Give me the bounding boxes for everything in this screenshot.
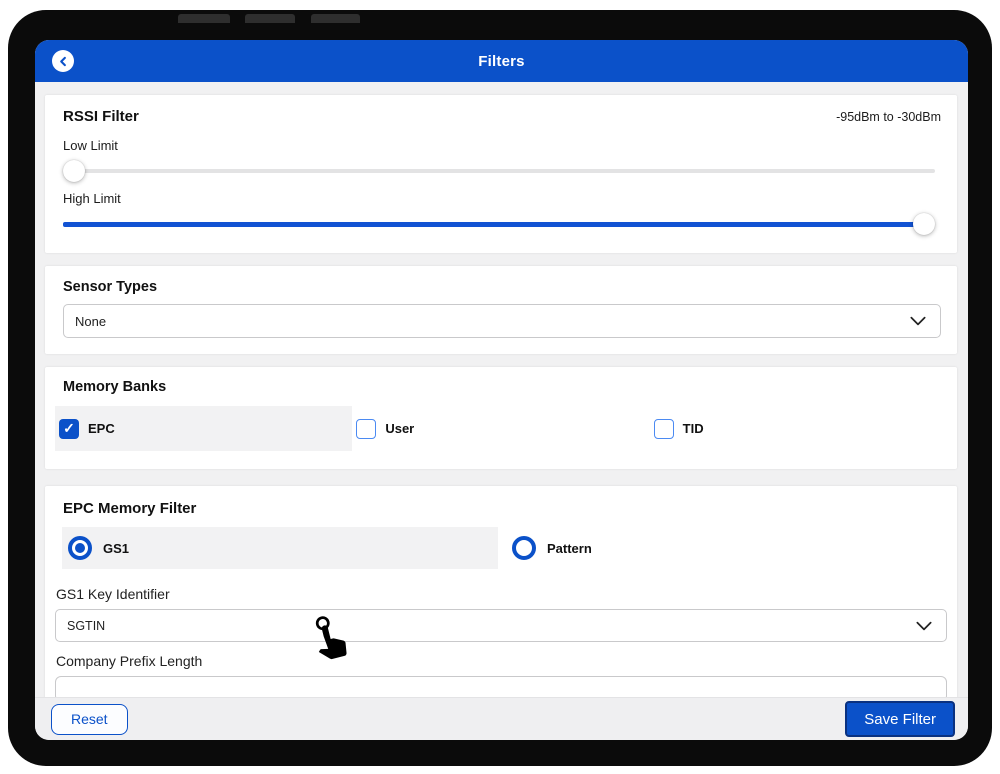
checkbox-unchecked-icon[interactable] xyxy=(356,419,376,439)
checkbox-unchecked-icon[interactable] xyxy=(654,419,674,439)
rssi-filter-title: RSSI Filter xyxy=(63,108,139,125)
page: Filters RSSI Filter -95dBm to -30dBm Low… xyxy=(0,0,1000,774)
sensor-types-dropdown[interactable]: None xyxy=(63,304,941,338)
device-button-1 xyxy=(178,14,230,23)
sensor-types-section: Sensor Types None xyxy=(45,266,957,354)
high-limit-track[interactable] xyxy=(63,222,925,227)
low-limit-track[interactable] xyxy=(63,169,935,173)
chevron-down-icon xyxy=(916,621,932,631)
app-screen: Filters RSSI Filter -95dBm to -30dBm Low… xyxy=(35,40,968,740)
memory-banks-title: Memory Banks xyxy=(63,379,957,395)
footer-bar: Reset Save Filter xyxy=(35,697,968,740)
gs1-key-identifier-dropdown[interactable]: SGTIN xyxy=(55,609,947,642)
rssi-filter-section: RSSI Filter -95dBm to -30dBm Low Limit H… xyxy=(45,95,957,253)
checkbox-label: EPC xyxy=(88,421,115,436)
radio-unselected-icon[interactable] xyxy=(512,536,536,560)
chevron-left-icon xyxy=(58,56,69,67)
high-limit-slider[interactable] xyxy=(63,213,941,235)
company-prefix-length-label: Company Prefix Length xyxy=(56,653,957,669)
memory-banks-section: Memory Banks ✓ EPC User TID xyxy=(45,367,957,469)
epc-memory-filter-title: EPC Memory Filter xyxy=(63,500,957,517)
header-bar: Filters xyxy=(35,40,968,82)
save-filter-button[interactable]: Save Filter xyxy=(845,701,955,737)
device-button-3 xyxy=(311,14,360,23)
high-limit-handle[interactable] xyxy=(913,213,935,235)
back-button[interactable] xyxy=(52,50,74,72)
checkbox-option-epc[interactable]: ✓ EPC xyxy=(55,406,352,451)
radio-option-pattern[interactable]: Pattern xyxy=(512,536,592,560)
sensor-types-value: None xyxy=(75,314,106,329)
epc-filter-options: GS1 Pattern xyxy=(62,527,947,569)
high-limit-label: High Limit xyxy=(63,191,941,206)
low-limit-handle[interactable] xyxy=(63,160,85,182)
gs1-key-identifier-value: SGTIN xyxy=(67,619,105,633)
checkbox-label: TID xyxy=(683,421,704,436)
memory-banks-options: ✓ EPC User TID xyxy=(55,406,947,451)
low-limit-label: Low Limit xyxy=(63,138,941,153)
checkbox-label: User xyxy=(385,421,414,436)
rssi-range-value: -95dBm to -30dBm xyxy=(836,110,941,124)
reset-button[interactable]: Reset xyxy=(51,704,128,735)
page-title: Filters xyxy=(478,53,524,70)
checkbox-checked-icon[interactable]: ✓ xyxy=(59,419,79,439)
chevron-down-icon xyxy=(910,316,926,326)
checkbox-option-tid[interactable]: TID xyxy=(650,406,947,451)
epc-memory-filter-section: EPC Memory Filter GS1 Pattern GS1 Key Id… xyxy=(45,486,957,716)
radio-option-gs1[interactable]: GS1 xyxy=(62,527,498,569)
gs1-key-identifier-label: GS1 Key Identifier xyxy=(56,586,957,602)
radio-label: Pattern xyxy=(547,541,592,556)
sensor-types-title: Sensor Types xyxy=(63,279,941,295)
radio-selected-icon[interactable] xyxy=(68,536,92,560)
checkbox-option-user[interactable]: User xyxy=(352,406,649,451)
low-limit-slider[interactable] xyxy=(63,160,941,182)
radio-label: GS1 xyxy=(103,541,129,556)
device-button-2 xyxy=(245,14,295,23)
